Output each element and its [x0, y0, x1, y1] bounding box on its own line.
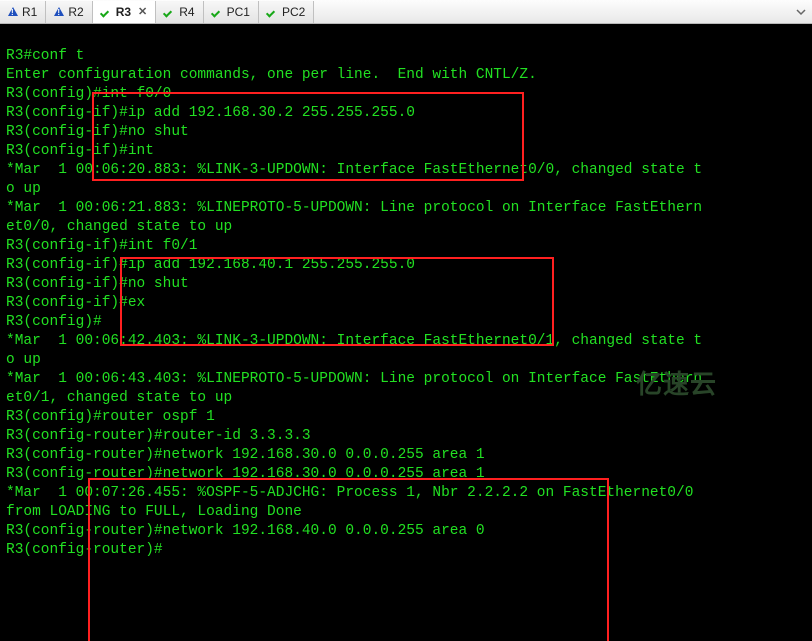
tab-bar: R1 R2 R3 ✕ R4 PC1 PC2	[0, 0, 812, 24]
terminal-output: R3#conf t Enter configuration commands, …	[6, 47, 806, 560]
check-icon	[267, 6, 278, 17]
tab-label: R3	[116, 5, 131, 19]
check-icon	[212, 6, 223, 17]
tab-label: PC2	[282, 5, 305, 19]
tab-label: PC1	[227, 5, 250, 19]
warning-icon	[54, 7, 64, 16]
tab-r2[interactable]: R2	[46, 1, 92, 23]
close-icon[interactable]: ✕	[138, 5, 147, 18]
check-icon	[164, 6, 175, 17]
tab-label: R2	[68, 5, 83, 19]
tab-r1[interactable]: R1	[0, 1, 46, 23]
tab-r4[interactable]: R4	[156, 1, 203, 23]
tab-label: R4	[179, 5, 194, 19]
tab-pc1[interactable]: PC1	[204, 1, 259, 23]
terminal[interactable]: R3#conf t Enter configuration commands, …	[0, 24, 812, 641]
tab-pc2[interactable]: PC2	[259, 1, 314, 23]
tab-r3[interactable]: R3 ✕	[93, 1, 157, 23]
window-menu-icon[interactable]	[794, 5, 808, 19]
tab-label: R1	[22, 5, 37, 19]
check-icon	[101, 6, 112, 17]
warning-icon	[8, 7, 18, 16]
